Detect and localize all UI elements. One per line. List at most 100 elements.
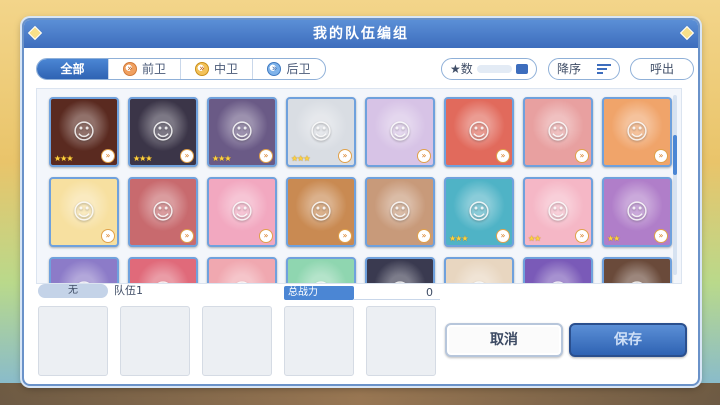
- character-card[interactable]: ☺»: [286, 177, 356, 247]
- character-grid: ☺ ★★★» ☺ ★★★» ☺ ★★★» ☺ ★★★» ☺» ☺» ☺» ☺» ☺» ☺» ☺» ☺» ☺» ☺ ★…: [49, 97, 672, 283]
- total-power-label: 总战力: [284, 286, 354, 300]
- role-badge-icon: »: [101, 149, 115, 163]
- tab-back-label: 后卫: [286, 62, 311, 76]
- character-card[interactable]: ☺»: [286, 257, 356, 283]
- filter-bar: 全部 » 前卫 » 中卫 » 后卫 ★数 降序 呼出: [36, 58, 694, 80]
- tab-all-label: 全部: [60, 62, 85, 76]
- team-tag: 无: [38, 284, 108, 298]
- character-card[interactable]: ☺ ★★★ »: [286, 97, 356, 167]
- character-card[interactable]: ☺»: [602, 97, 672, 167]
- character-card[interactable]: ☺»: [207, 257, 277, 283]
- scroll-thumb[interactable]: [673, 135, 677, 175]
- character-card[interactable]: ☺»: [128, 257, 198, 283]
- character-card[interactable]: ☺»: [49, 177, 119, 247]
- character-portrait-icon: ☺: [230, 199, 254, 225]
- character-card[interactable]: ☺»: [523, 97, 593, 167]
- character-portrait-icon: ☺: [309, 199, 333, 225]
- character-card[interactable]: ☺»: [444, 97, 514, 167]
- call-button[interactable]: 呼出: [630, 58, 694, 80]
- cancel-button[interactable]: 取消: [445, 323, 563, 357]
- star-rating-icon: ★★: [528, 234, 541, 243]
- character-card[interactable]: ☺»: [602, 257, 672, 283]
- team-slot[interactable]: [120, 306, 190, 376]
- character-portrait-icon: ☺: [309, 119, 333, 145]
- tab-back[interactable]: » 后卫: [253, 59, 325, 79]
- sort-track: [476, 65, 512, 73]
- sort-order-icon: [597, 64, 611, 74]
- character-portrait-icon: ☺: [467, 119, 491, 145]
- role-badge-icon: »: [496, 149, 510, 163]
- role-badge-icon: »: [338, 149, 352, 163]
- sort-by-stars-button[interactable]: ★数: [441, 58, 537, 80]
- team-edit-dialog: 我的队伍编组 全部 » 前卫 » 中卫 » 后卫 ★数 降序 呼出 ☺ ★★★ …: [22, 18, 700, 386]
- team-slot[interactable]: [202, 306, 272, 376]
- team-slot[interactable]: [366, 306, 436, 376]
- character-card[interactable]: ☺ ★★ »: [523, 177, 593, 247]
- star-rating-icon: ★★★: [54, 154, 73, 163]
- title-ornament-icon: [27, 25, 43, 41]
- role-badge-icon: »: [575, 149, 589, 163]
- role-badge-icon: »: [180, 229, 194, 243]
- role-badge-icon: »: [496, 229, 510, 243]
- tab-front-label: 前卫: [141, 62, 166, 76]
- role-badge-icon: »: [180, 149, 194, 163]
- character-grid-area: ☺ ★★★» ☺ ★★★» ☺ ★★★» ☺ ★★★» ☺» ☺» ☺» ☺» ☺» ☺» ☺» ☺» ☺» ☺ ★…: [36, 88, 682, 284]
- character-card[interactable]: ☺ ★★★ »: [49, 97, 119, 167]
- character-portrait-icon: ☺: [546, 119, 570, 145]
- sort-order-button[interactable]: 降序: [548, 58, 620, 80]
- sort-toggle-icon: [516, 64, 528, 74]
- save-button[interactable]: 保存: [569, 323, 687, 357]
- star-rating-icon: ★★: [607, 234, 620, 243]
- character-portrait-icon: ☺: [625, 119, 649, 145]
- character-portrait-icon: ☺: [388, 119, 412, 145]
- character-portrait-icon: ☺: [151, 199, 175, 225]
- character-card[interactable]: ☺»: [365, 177, 435, 247]
- star-rating-icon: ★★★: [212, 154, 231, 163]
- star-rating-icon: ★★★: [291, 154, 310, 163]
- character-portrait-icon: ☺: [546, 199, 570, 225]
- team-slot[interactable]: [284, 306, 354, 376]
- star-rating-icon: ★★★: [133, 154, 152, 163]
- role-tabs: 全部 » 前卫 » 中卫 » 后卫: [36, 58, 326, 80]
- character-card[interactable]: ☺»: [365, 257, 435, 283]
- character-card[interactable]: ☺»: [523, 257, 593, 283]
- back-role-icon: »: [267, 62, 282, 76]
- tab-front[interactable]: » 前卫: [109, 59, 181, 79]
- sort-label: ★数: [450, 62, 473, 76]
- role-badge-icon: »: [417, 149, 431, 163]
- role-badge-icon: »: [654, 229, 668, 243]
- character-card[interactable]: ☺»: [49, 257, 119, 283]
- character-card[interactable]: ☺»: [444, 257, 514, 283]
- tab-mid-label: 中卫: [213, 62, 238, 76]
- team-name[interactable]: 队伍1: [114, 284, 143, 298]
- dialog-titlebar: 我的队伍编组: [24, 20, 698, 48]
- role-badge-icon: »: [575, 229, 589, 243]
- character-portrait-icon: ☺: [467, 199, 491, 225]
- role-badge-icon: »: [259, 149, 273, 163]
- character-card[interactable]: ☺ ★★★ »: [207, 97, 277, 167]
- role-badge-icon: »: [101, 229, 115, 243]
- grid-scrollbar[interactable]: [673, 95, 677, 275]
- character-card[interactable]: ☺ ★★ »: [602, 177, 672, 247]
- character-card[interactable]: ☺ ★★★ »: [128, 97, 198, 167]
- star-rating-icon: ★★★: [449, 234, 468, 243]
- background-strip: [0, 383, 720, 405]
- title-ornament-icon: [679, 25, 695, 41]
- tab-all[interactable]: 全部: [37, 59, 109, 79]
- character-portrait-icon: ☺: [230, 119, 254, 145]
- character-card[interactable]: ☺ ★★★ »: [444, 177, 514, 247]
- tab-mid[interactable]: » 中卫: [181, 59, 253, 79]
- character-card[interactable]: ☺»: [365, 97, 435, 167]
- character-portrait-icon: ☺: [72, 119, 96, 145]
- role-badge-icon: »: [338, 229, 352, 243]
- front-role-icon: »: [122, 62, 137, 76]
- team-info: 无 队伍1 总战力 0: [36, 284, 686, 300]
- character-portrait-icon: ☺: [625, 199, 649, 225]
- order-label: 降序: [557, 62, 582, 76]
- total-power-value: 0: [426, 286, 433, 299]
- character-card[interactable]: ☺»: [207, 177, 277, 247]
- team-slots: [38, 306, 436, 376]
- character-card[interactable]: ☺»: [128, 177, 198, 247]
- call-label: 呼出: [649, 62, 674, 76]
- team-slot[interactable]: [38, 306, 108, 376]
